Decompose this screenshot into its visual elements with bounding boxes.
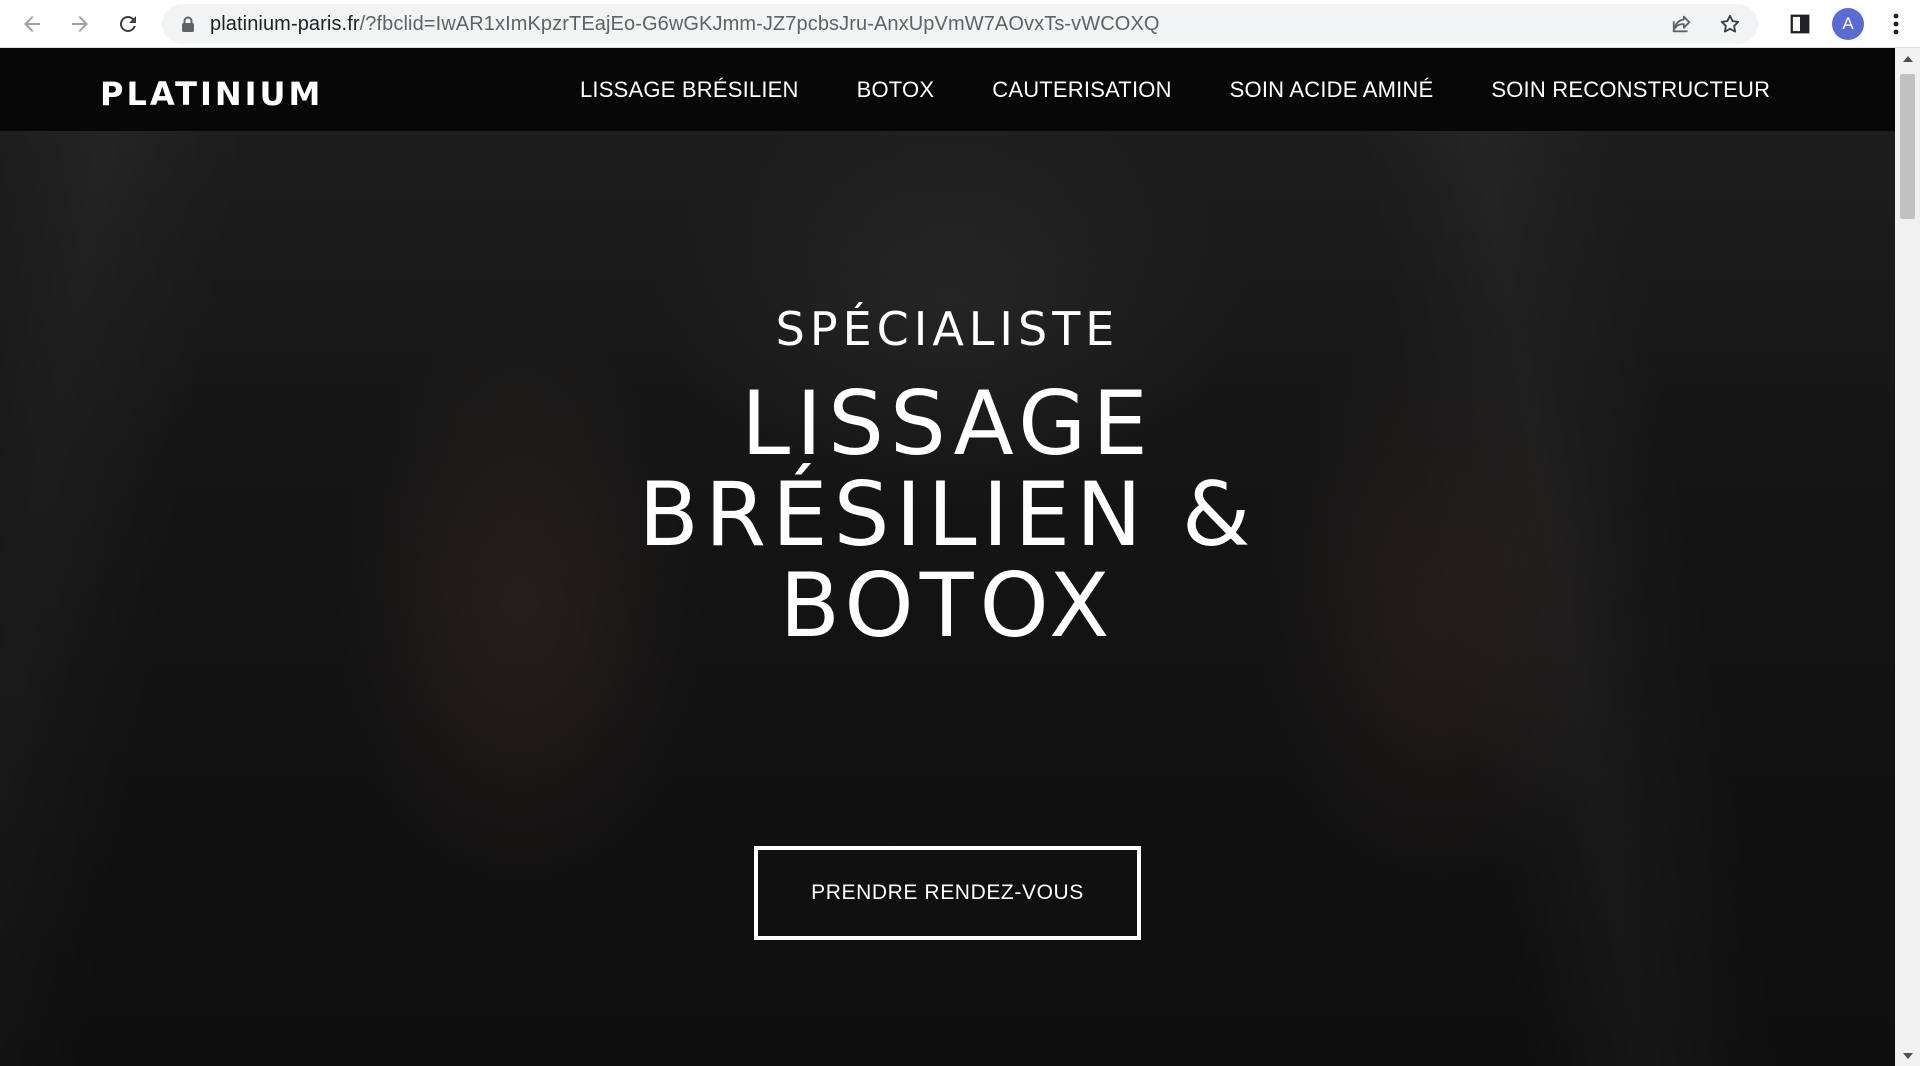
- menu-item-soin-acide-amine[interactable]: SOIN ACIDE AMINÉ: [1230, 77, 1434, 103]
- profile-button[interactable]: A: [1824, 0, 1872, 48]
- url-path: /?fbclid=IwAR1xImKpzrTEajEo-G6wGKJmm-JZ7…: [359, 12, 1160, 35]
- share-icon[interactable]: [1670, 12, 1694, 36]
- browser-toolbar: platinium-paris.fr/?fbclid=IwAR1xImKpzrT…: [0, 0, 1920, 48]
- scroll-up-arrow-icon[interactable]: [1895, 50, 1920, 67]
- address-bar[interactable]: platinium-paris.fr/?fbclid=IwAR1xImKpzrT…: [162, 4, 1758, 44]
- page-viewport: PLATINIUM LISSAGE BRÉSILIEN BOTOX CAUTER…: [0, 48, 1895, 1066]
- menu-item-cauterisation[interactable]: CAUTERISATION: [992, 77, 1171, 103]
- kebab-menu-icon[interactable]: [1872, 0, 1920, 48]
- menu-item-lissage-bresilien[interactable]: LISSAGE BRÉSILIEN: [580, 77, 799, 103]
- site-header: PLATINIUM LISSAGE BRÉSILIEN BOTOX CAUTER…: [0, 48, 1895, 131]
- star-icon[interactable]: [1718, 12, 1742, 36]
- scrollbar-thumb[interactable]: [1900, 74, 1915, 219]
- url-text[interactable]: platinium-paris.fr/?fbclid=IwAR1xImKpzrT…: [210, 13, 1160, 36]
- scroll-down-arrow-icon[interactable]: [1895, 1047, 1920, 1064]
- page-scrollbar[interactable]: [1895, 48, 1920, 1066]
- url-host: platinium-paris.fr: [210, 12, 360, 35]
- back-button[interactable]: [8, 0, 56, 48]
- avatar: A: [1832, 8, 1864, 40]
- side-panel-icon[interactable]: [1776, 0, 1824, 48]
- menu-item-botox[interactable]: BOTOX: [857, 77, 935, 103]
- lock-icon[interactable]: [178, 14, 198, 34]
- menu-item-soin-reconstructeur[interactable]: SOIN RECONSTRUCTEUR: [1491, 77, 1770, 103]
- back-arrow-icon: [24, 15, 40, 32]
- forward-button[interactable]: [56, 0, 104, 48]
- site-logo[interactable]: PLATINIUM: [100, 78, 323, 110]
- hero-kicker: SPÉCIALISTE: [775, 302, 1120, 356]
- forward-arrow-icon: [72, 15, 88, 32]
- reload-icon: [119, 15, 136, 32]
- book-appointment-button[interactable]: PRENDRE RENDEZ-VOUS: [754, 846, 1141, 940]
- main-menu: LISSAGE BRÉSILIEN BOTOX CAUTERISATION SO…: [580, 48, 1770, 131]
- reload-button[interactable]: [104, 0, 152, 48]
- hero-headline: LISSAGE BRÉSILIEN & BOTOX: [638, 372, 1257, 657]
